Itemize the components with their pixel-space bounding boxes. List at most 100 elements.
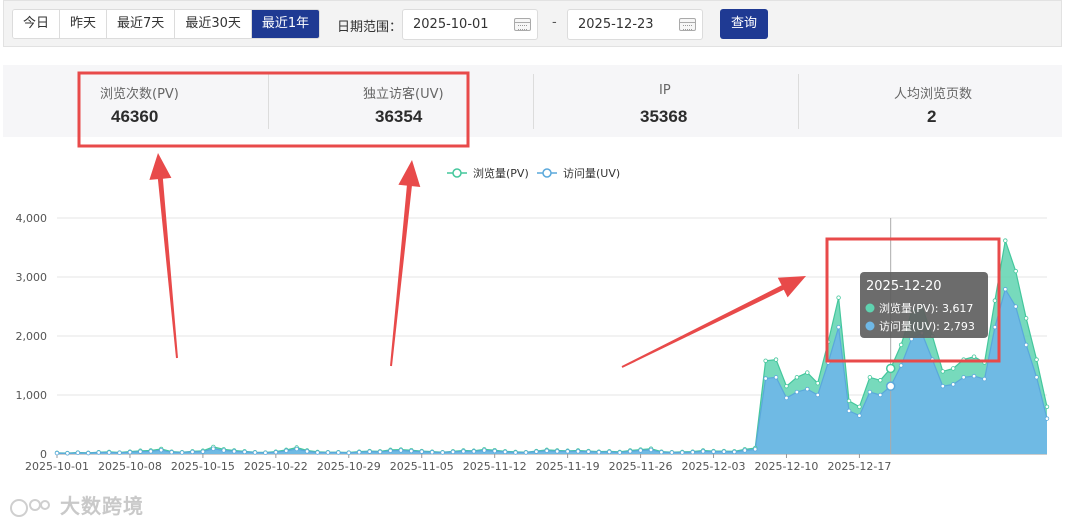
uv-point bbox=[367, 449, 372, 454]
uv-point bbox=[377, 449, 383, 455]
query-button[interactable]: 查询 bbox=[720, 9, 768, 39]
start-date-value: 2025-10-01 bbox=[413, 17, 489, 32]
y-tick-label: 1,000 bbox=[16, 389, 48, 402]
legend-uv-label: 访问量(UV) bbox=[563, 167, 620, 180]
uv-point bbox=[825, 360, 831, 365]
pv-point bbox=[1034, 357, 1039, 362]
tooltip-pv-dot bbox=[865, 303, 875, 313]
uv-point bbox=[86, 450, 91, 456]
x-tick-label: 2025-11-12 bbox=[463, 460, 527, 473]
uv-point bbox=[815, 392, 820, 398]
pv-point bbox=[773, 357, 779, 362]
calendar-icon[interactable] bbox=[679, 18, 696, 31]
y-tick-label: 4,000 bbox=[16, 212, 48, 225]
uv-point bbox=[982, 376, 987, 382]
uv-point bbox=[971, 373, 977, 379]
pv-point bbox=[971, 354, 977, 359]
filter-toolbar: 今日 昨天 最近7天 最近30天 最近1年 日期范围： 2025-10-01 -… bbox=[3, 0, 1062, 47]
range-today-button[interactable]: 今日 bbox=[13, 10, 61, 38]
pv-point bbox=[898, 342, 904, 348]
uv-point bbox=[638, 448, 643, 453]
uv-point bbox=[284, 448, 289, 453]
uv-point bbox=[388, 448, 393, 453]
uv-point bbox=[878, 392, 883, 398]
uv-point bbox=[867, 389, 873, 395]
tooltip-pv-row: 浏览量(PV): 3,617 bbox=[879, 301, 973, 315]
date-separator: - bbox=[552, 15, 557, 30]
pv-point bbox=[815, 380, 820, 386]
hover-point-pv bbox=[885, 363, 896, 374]
stat-ip: IP 35368 bbox=[534, 65, 798, 137]
legend-uv-icon bbox=[542, 168, 552, 178]
uv-point bbox=[857, 413, 862, 418]
uv-point bbox=[461, 449, 466, 454]
uv-point bbox=[586, 449, 591, 454]
stat-pv-value: 46360 bbox=[111, 107, 159, 126]
end-date-input[interactable]: 2025-12-23 bbox=[567, 9, 703, 40]
pv-point bbox=[763, 358, 768, 363]
pv-point bbox=[1003, 238, 1008, 243]
uv-point bbox=[794, 389, 800, 395]
uv-point bbox=[555, 449, 560, 454]
uv-point bbox=[471, 449, 477, 454]
uv-point bbox=[231, 449, 237, 454]
x-tick-label: 2025-10-08 bbox=[98, 460, 162, 473]
uv-point bbox=[325, 450, 331, 455]
uv-point bbox=[846, 408, 852, 414]
uv-point bbox=[565, 449, 570, 454]
start-date-input[interactable]: 2025-10-01 bbox=[402, 9, 538, 40]
uv-point bbox=[711, 449, 716, 454]
uv-point bbox=[763, 376, 768, 381]
watermark-text: 大数跨境 bbox=[59, 494, 144, 518]
uv-point bbox=[784, 395, 789, 401]
uv-point bbox=[502, 449, 508, 455]
uv-point bbox=[117, 450, 122, 456]
stat-pages-label: 人均浏览页数 bbox=[894, 87, 973, 102]
x-tick-label: 2025-10-22 bbox=[244, 460, 308, 473]
uv-point bbox=[617, 450, 622, 455]
stat-uv-value: 36354 bbox=[375, 107, 423, 126]
x-tick-label: 2025-12-10 bbox=[755, 460, 819, 473]
uv-point bbox=[961, 375, 966, 380]
uv-point bbox=[200, 449, 206, 454]
range-30days-button[interactable]: 最近30天 bbox=[175, 10, 252, 38]
watermark: 大数跨境 bbox=[8, 490, 144, 519]
pv-point bbox=[961, 357, 966, 362]
pv-point bbox=[951, 366, 956, 371]
x-tick-label: 2025-10-15 bbox=[171, 460, 235, 473]
uv-point bbox=[450, 449, 456, 455]
uv-point bbox=[523, 450, 529, 455]
uv-point bbox=[732, 449, 737, 455]
pv-point bbox=[805, 370, 810, 375]
uv-point bbox=[898, 363, 904, 368]
pv-point bbox=[836, 295, 841, 300]
uv-point bbox=[742, 448, 747, 453]
uv-point bbox=[607, 449, 612, 455]
watermark-logo-icon bbox=[10, 498, 50, 517]
uv-point bbox=[357, 450, 362, 455]
range-yesterday-button[interactable]: 昨天 bbox=[60, 10, 108, 38]
range-7days-button[interactable]: 最近7天 bbox=[107, 10, 176, 38]
traffic-chart: 0 1,000 2,000 3,000 4,000 2025-10-01 2025-10-0… bbox=[0, 150, 1080, 524]
pv-point bbox=[1044, 404, 1050, 409]
uv-point bbox=[127, 450, 133, 455]
uv-point bbox=[242, 449, 247, 455]
uv-point bbox=[211, 446, 216, 451]
stat-uv-label: 独立访客(UV) bbox=[363, 87, 444, 102]
range-1year-button[interactable]: 最近1年 bbox=[251, 10, 320, 38]
uv-point bbox=[669, 450, 675, 455]
uv-point bbox=[273, 450, 279, 455]
end-date-value: 2025-12-23 bbox=[578, 17, 654, 32]
uv-point bbox=[75, 450, 81, 456]
uv-point bbox=[1034, 375, 1039, 380]
legend-pv-label: 浏览量(PV) bbox=[473, 166, 529, 180]
uv-point bbox=[544, 448, 549, 453]
x-tick-label: 2025-12-03 bbox=[682, 460, 746, 473]
uv-point bbox=[700, 449, 706, 454]
uv-point bbox=[159, 447, 164, 453]
uv-point bbox=[106, 450, 112, 455]
uv-point bbox=[179, 450, 185, 455]
uv-point bbox=[596, 450, 602, 455]
uv-point bbox=[940, 383, 945, 389]
calendar-icon[interactable] bbox=[514, 18, 531, 31]
